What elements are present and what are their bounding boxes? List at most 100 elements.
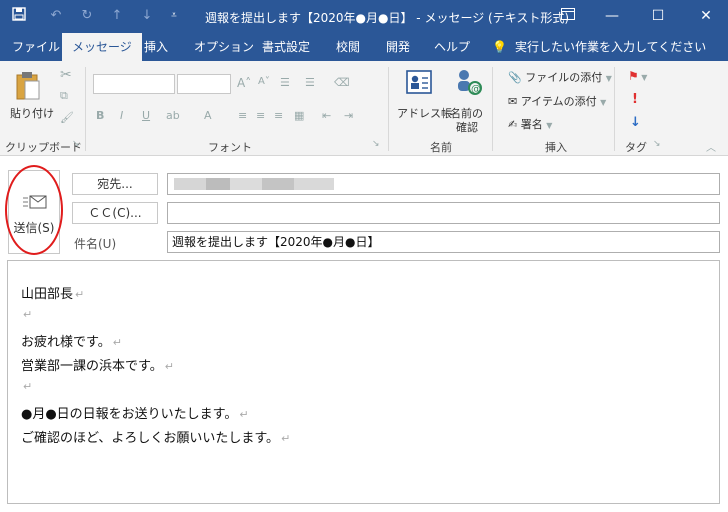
paste-label[interactable]: 貼り付け bbox=[10, 105, 54, 121]
dialog-launcher-icon[interactable]: ↘ bbox=[72, 139, 80, 149]
attach-file-button[interactable]: 📎 ファイルの添付 ▼ bbox=[508, 69, 612, 85]
tab-format[interactable]: 書式設定 bbox=[262, 33, 310, 61]
align-center-icon[interactable]: ≡ bbox=[256, 109, 265, 122]
minimize-button[interactable]: — bbox=[590, 0, 634, 33]
tags-group-label: タグ bbox=[625, 141, 647, 154]
justify-icon[interactable]: ▦ bbox=[294, 109, 304, 122]
collapse-ribbon-icon[interactable]: ︿ bbox=[706, 139, 716, 154]
italic-icon[interactable]: I bbox=[120, 109, 123, 122]
divider bbox=[388, 67, 389, 151]
body-line: ↵ bbox=[21, 307, 32, 322]
chevron-down-icon: ▼ bbox=[600, 98, 607, 107]
subject-field[interactable]: 週報を提出します【2020年●月●日】 bbox=[167, 231, 720, 253]
return-mark-icon: ↵ bbox=[239, 408, 249, 421]
attach-item-button[interactable]: ✉ アイテムの添付 ▼ bbox=[508, 93, 606, 109]
paste-icon[interactable] bbox=[15, 69, 41, 101]
align-right-icon[interactable]: ≡ bbox=[274, 109, 283, 122]
follow-up-flag-icon[interactable]: ⚑ ▼ bbox=[628, 69, 647, 83]
body-line: ご確認のほど、よろしくお願いいたします。 ↵ bbox=[21, 431, 291, 446]
tell-me-box[interactable]: 実行したい作業を入力してください bbox=[515, 33, 706, 61]
increase-indent-icon[interactable]: ⇥ bbox=[344, 109, 353, 122]
tab-message[interactable]: メッセージ bbox=[62, 33, 142, 61]
red-circle-annotation bbox=[5, 165, 63, 255]
bold-icon[interactable]: B bbox=[96, 109, 104, 122]
up-arrow-icon[interactable]: ↑ bbox=[108, 7, 126, 25]
ribbon-tabs: ファイル メッセージ 挿入 オプション 書式設定 校閲 開発 ヘルプ 💡 実行し… bbox=[0, 33, 728, 61]
to-field[interactable] bbox=[167, 173, 720, 195]
bullets-icon[interactable]: ☰ bbox=[280, 76, 290, 89]
window-title: 週報を提出します【2020年●月●日】 - メッセージ (テキスト形式) bbox=[205, 11, 570, 25]
names-group-label: 名前 bbox=[430, 141, 452, 154]
clear-format-icon[interactable]: ⌫ bbox=[334, 76, 350, 89]
divider bbox=[492, 67, 493, 151]
clipboard-group-label: クリップボード bbox=[5, 141, 82, 154]
return-mark-icon: ↵ bbox=[75, 288, 85, 301]
check-names-icon[interactable]: @ bbox=[454, 67, 484, 97]
address-book-icon[interactable] bbox=[405, 69, 433, 95]
body-line: ●月●日の日報をお送りいたします。 ↵ bbox=[21, 407, 249, 422]
signature-button[interactable]: ✍ 署名 ▼ bbox=[508, 116, 552, 132]
shrink-font-icon[interactable]: A˅ bbox=[258, 76, 270, 87]
divider bbox=[85, 67, 86, 151]
title-bar: ↶ ↻ ↑ ↓ ⩡ 週報を提出します【2020年●月●日】 - メッセージ (テ… bbox=[0, 0, 728, 33]
align-left-icon[interactable]: ≡ bbox=[238, 109, 247, 122]
lightbulb-icon: 💡 bbox=[492, 40, 507, 54]
tab-insert[interactable]: 挿入 bbox=[144, 33, 168, 61]
paperclip-icon: 📎 bbox=[508, 71, 522, 84]
undo-icon[interactable]: ↶ bbox=[47, 7, 65, 25]
return-mark-icon: ↵ bbox=[23, 308, 33, 321]
tab-review[interactable]: 校閲 bbox=[336, 33, 360, 61]
divider bbox=[614, 67, 615, 151]
grow-font-icon[interactable]: A˄ bbox=[237, 76, 251, 90]
numbering-icon[interactable]: ☰ bbox=[305, 76, 315, 89]
tab-options[interactable]: オプション bbox=[194, 33, 254, 61]
tab-developer[interactable]: 開発 bbox=[386, 33, 410, 61]
to-button[interactable]: 宛先... bbox=[72, 173, 158, 195]
dialog-launcher-icon[interactable]: ↘ bbox=[653, 139, 661, 149]
cut-icon[interactable]: ✂ bbox=[60, 67, 72, 83]
save-icon[interactable] bbox=[10, 7, 28, 25]
signature-icon: ✍ bbox=[508, 118, 518, 131]
highlight-icon[interactable]: ab bbox=[166, 109, 180, 122]
address-book-label[interactable]: アドレス帳 bbox=[397, 105, 452, 121]
tab-file[interactable]: ファイル bbox=[12, 33, 60, 61]
font-group-label: フォント bbox=[208, 141, 252, 154]
body-line: お疲れ様です。 ↵ bbox=[21, 335, 122, 350]
close-button[interactable]: ✕ bbox=[684, 0, 728, 33]
font-name-combo[interactable] bbox=[93, 74, 175, 94]
decrease-indent-icon[interactable]: ⇤ bbox=[322, 109, 331, 122]
copy-icon[interactable]: ⧉ bbox=[60, 89, 68, 103]
blurred-recipient bbox=[174, 178, 334, 190]
body-line: ↵ bbox=[21, 379, 32, 394]
low-importance-icon[interactable]: ↓ bbox=[630, 115, 641, 130]
return-mark-icon: ↵ bbox=[112, 336, 122, 349]
chevron-down-icon: ▼ bbox=[605, 74, 612, 83]
return-mark-icon: ↵ bbox=[23, 380, 33, 393]
message-body[interactable]: 山田部長 ↵ ↵ お疲れ様です。 ↵ 営業部一課の浜本です。 ↵ ↵ ●月●日の日報を… bbox=[7, 260, 720, 504]
cc-button[interactable]: ＣＣ(C)... bbox=[72, 202, 158, 224]
format-painter-icon[interactable]: 🖌 bbox=[60, 111, 74, 124]
underline-icon[interactable]: U bbox=[142, 109, 150, 122]
font-color-icon[interactable]: A bbox=[204, 109, 212, 122]
redo-icon[interactable]: ↻ bbox=[78, 7, 96, 25]
subject-label: 件名(U) bbox=[74, 237, 117, 251]
svg-text:@: @ bbox=[471, 84, 481, 95]
ribbon: 貼り付け ✂ ⧉ 🖌 クリップボード ↘ A˄ A˅ ☰ ☰ ⌫ B I U a… bbox=[0, 61, 728, 156]
check-names-label-2[interactable]: 確認 bbox=[456, 119, 478, 135]
down-arrow-icon[interactable]: ↓ bbox=[138, 7, 156, 25]
ribbon-display-button[interactable] bbox=[546, 0, 590, 33]
high-importance-icon[interactable]: ! bbox=[632, 92, 638, 107]
font-size-combo[interactable] bbox=[177, 74, 231, 94]
maximize-button[interactable]: ☐ bbox=[636, 0, 680, 33]
customize-toolbar-icon[interactable]: ⩡ bbox=[165, 7, 183, 25]
chevron-down-icon: ▼ bbox=[546, 121, 553, 130]
body-line: 山田部長 ↵ bbox=[21, 287, 85, 302]
return-mark-icon: ↵ bbox=[164, 360, 174, 373]
insert-group-label: 挿入 bbox=[545, 141, 567, 154]
tab-help[interactable]: ヘルプ bbox=[434, 33, 470, 61]
dialog-launcher-icon[interactable]: ↘ bbox=[372, 139, 380, 149]
return-mark-icon: ↵ bbox=[281, 432, 291, 445]
body-line: 営業部一課の浜本です。 ↵ bbox=[21, 359, 174, 374]
envelope-icon: ✉ bbox=[508, 95, 518, 108]
cc-field[interactable] bbox=[167, 202, 720, 224]
